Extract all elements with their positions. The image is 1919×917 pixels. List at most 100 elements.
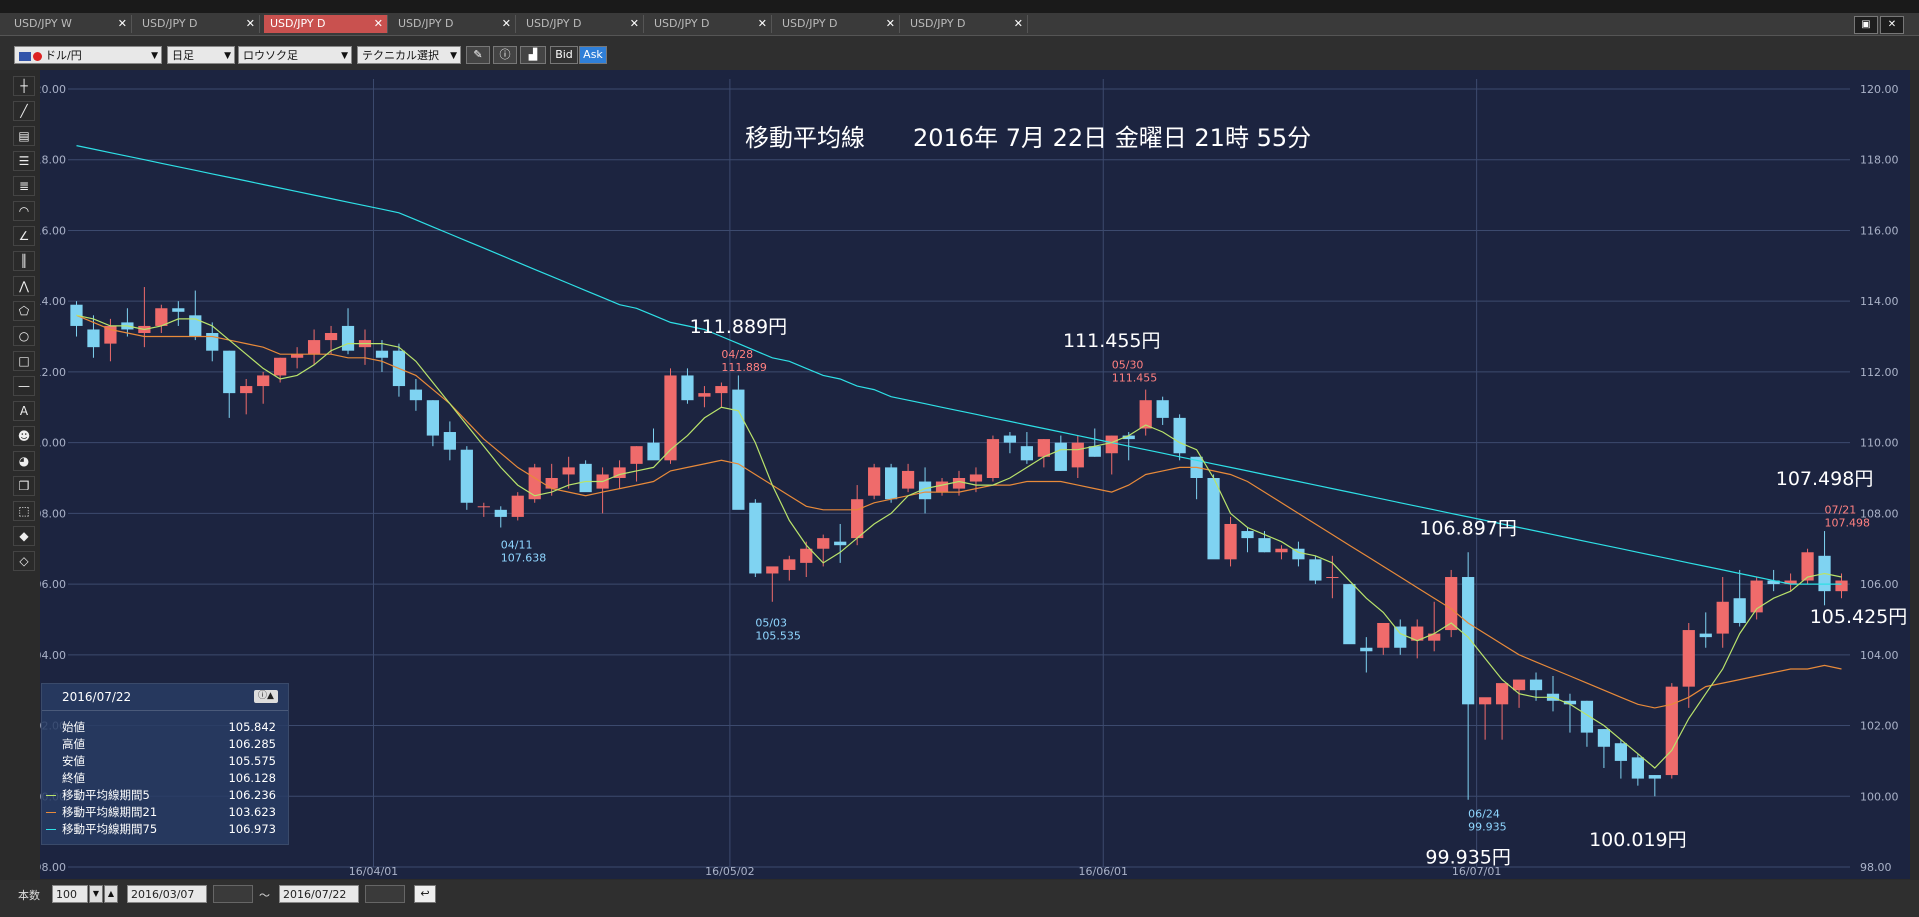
tab-1[interactable]: USD/JPY D ✕ xyxy=(136,15,260,33)
delete-all-icon[interactable]: ◇ xyxy=(13,551,35,571)
circle-icon[interactable]: ○ xyxy=(13,326,35,346)
chart-area[interactable]: 120.00 120.00 118.00 118.00 116.00 116.00 114.… xyxy=(28,70,1910,879)
currency-pair-select[interactable]: ドル/円 ▼ xyxy=(14,46,162,64)
tab-5[interactable]: USD/JPY D ✕ xyxy=(648,15,772,33)
close-tab-icon[interactable]: ✕ xyxy=(1014,15,1023,33)
ask-button[interactable]: Ask xyxy=(579,46,607,64)
candle-body xyxy=(1139,400,1152,429)
close-tab-icon[interactable]: ✕ xyxy=(758,15,767,33)
flag-icon xyxy=(19,51,31,61)
pentagon-icon[interactable]: ⬠ xyxy=(13,301,35,321)
marker-value: 111.455 xyxy=(1112,371,1158,384)
tab-label: USD/JPY D xyxy=(270,17,326,30)
close-tab-icon[interactable]: ✕ xyxy=(118,15,127,33)
tab-0[interactable]: USD/JPY W ✕ xyxy=(8,15,132,33)
chart-type-label: ロウソク足 xyxy=(243,49,298,62)
from-time-input[interactable] xyxy=(213,885,253,903)
price-annotation: 99.935円 xyxy=(1425,846,1510,868)
marker-date: 05/03 xyxy=(755,617,787,630)
range-tilde: ～ xyxy=(259,889,270,902)
rectangle-icon[interactable]: □ xyxy=(13,351,35,371)
info-row: 始値 105.842 xyxy=(42,719,288,736)
emoji-icon[interactable]: ☻ xyxy=(13,426,35,446)
pitchfork-icon[interactable]: ⋀ xyxy=(13,276,35,296)
marker-date: 07/21 xyxy=(1825,503,1857,516)
chart-type-select[interactable]: ロウソク足 ▼ xyxy=(238,46,352,64)
y-tick-label-left: 98.00 xyxy=(40,861,66,874)
select-icon[interactable]: ⬚ xyxy=(13,501,35,521)
count-up-icon[interactable]: ▲ xyxy=(104,885,118,903)
y-tick-label-left: 104.00 xyxy=(40,649,66,662)
info-toggle-icon[interactable]: ⓘ▲ xyxy=(254,690,278,703)
channel-icon[interactable]: ☰ xyxy=(13,151,35,171)
info-icon[interactable]: ⓘ xyxy=(493,46,517,64)
close-tab-icon[interactable]: ✕ xyxy=(630,15,639,33)
arc-icon[interactable]: ◠ xyxy=(13,201,35,221)
refresh-icon[interactable]: ↩ xyxy=(414,885,436,903)
jp-flag-icon xyxy=(33,51,42,61)
candle-body xyxy=(1462,577,1475,705)
y-tick-label-left: 110.00 xyxy=(40,437,66,450)
candle-body xyxy=(426,400,439,436)
tab-6[interactable]: USD/JPY D ✕ xyxy=(776,15,900,33)
candle-body xyxy=(681,375,694,401)
to-time-input[interactable] xyxy=(365,885,405,903)
candle-body xyxy=(240,386,253,394)
tab-7[interactable]: USD/JPY D ✕ xyxy=(904,15,1028,33)
close-tab-icon[interactable]: ✕ xyxy=(886,15,895,33)
candle-body xyxy=(1309,559,1322,581)
candle-body xyxy=(1207,478,1220,560)
candle-body xyxy=(1716,601,1729,634)
fibonacci-icon[interactable]: ≣ xyxy=(13,176,35,196)
candle-body xyxy=(324,333,338,341)
close-tab-icon[interactable]: ✕ xyxy=(246,15,255,33)
text-icon[interactable]: A xyxy=(13,401,35,421)
eraser-icon[interactable]: ◆ xyxy=(13,526,35,546)
marker-date: 06/24 xyxy=(1468,807,1500,820)
trendline-icon[interactable]: ╱ xyxy=(13,101,35,121)
marker-value: 107.638 xyxy=(501,552,547,565)
count-input[interactable]: 100 xyxy=(52,885,88,903)
marker-date: 05/30 xyxy=(1112,358,1144,371)
count-down-icon[interactable]: ▼ xyxy=(89,885,103,903)
candlestick-chart[interactable]: 120.00 120.00 118.00 118.00 116.00 116.00 114.… xyxy=(28,70,1910,879)
candle-body xyxy=(1173,417,1186,454)
vertical-lines-icon[interactable]: ║ xyxy=(13,251,35,271)
candle-body xyxy=(1054,442,1067,471)
candle-body xyxy=(800,548,813,563)
technical-select[interactable]: テクニカル選択 ▼ xyxy=(357,46,461,64)
top-strip xyxy=(0,0,1919,13)
magnet-icon[interactable]: ◕ xyxy=(13,451,35,471)
copy-icon[interactable]: ❐ xyxy=(13,476,35,496)
tab-label: USD/JPY D xyxy=(398,17,454,30)
price-annotation: 100.019円 xyxy=(1589,829,1687,851)
horizontal-line-icon[interactable]: — xyxy=(13,376,35,396)
ruler-icon[interactable]: ▤ xyxy=(13,126,35,146)
pencil-icon[interactable]: ✎ xyxy=(466,46,490,64)
legend-swatch xyxy=(46,795,56,796)
y-tick-label-right: 114.00 xyxy=(1860,295,1899,308)
candle-body xyxy=(783,559,796,570)
close-tab-icon[interactable]: ✕ xyxy=(374,15,383,33)
candle-body xyxy=(511,495,524,517)
maximize-button[interactable]: ▣ xyxy=(1854,16,1878,34)
close-window-button[interactable]: ✕ xyxy=(1880,16,1904,34)
chart-title: 移動平均線 2016年 7月 22日 金曜日 21時 55分 xyxy=(745,124,1311,152)
bid-button[interactable]: Bid xyxy=(550,46,578,64)
from-date-input[interactable]: 2016/03/07 xyxy=(127,885,207,903)
tab-3[interactable]: USD/JPY D ✕ xyxy=(392,15,516,33)
tab-label: USD/JPY W xyxy=(14,17,72,30)
tab-label: USD/JPY D xyxy=(654,17,710,30)
y-tick-label-left: 116.00 xyxy=(40,224,66,237)
info-date: 2016/07/22 xyxy=(62,690,132,704)
fan-icon[interactable]: ∠ xyxy=(13,226,35,246)
info-row: 安値 105.575 xyxy=(42,753,288,770)
chevron-down-icon: ▼ xyxy=(450,51,457,61)
close-tab-icon[interactable]: ✕ xyxy=(502,15,511,33)
tab-2[interactable]: USD/JPY D ✕ xyxy=(264,15,388,33)
period-select[interactable]: 日足 ▼ xyxy=(167,46,235,64)
crosshair-icon[interactable]: ┼ xyxy=(13,76,35,96)
to-date-input[interactable]: 2016/07/22 xyxy=(279,885,359,903)
tab-4[interactable]: USD/JPY D ✕ xyxy=(520,15,644,33)
chart-style-icon[interactable]: ▟ xyxy=(520,46,546,64)
